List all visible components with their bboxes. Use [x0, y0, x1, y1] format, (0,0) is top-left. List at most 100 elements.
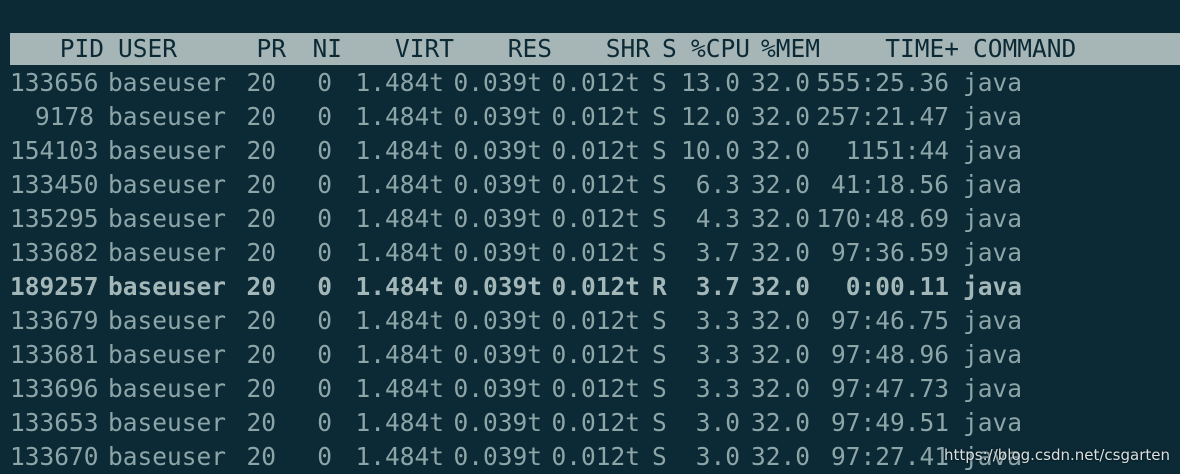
row-time: 257:21.47 — [816, 102, 949, 131]
row-pid: 133656 — [10, 68, 99, 97]
row-command: java — [963, 238, 1023, 267]
row-shr: 0.012t — [551, 340, 640, 369]
row-ni: 0 — [317, 204, 332, 233]
row-pid: 133682 — [10, 238, 99, 267]
row-state: S — [652, 238, 667, 267]
row-pr: 20 — [246, 68, 276, 97]
row-command: java — [963, 306, 1023, 335]
header-mem[interactable]: %MEM — [758, 33, 820, 65]
header-command[interactable]: COMMAND — [973, 33, 1180, 65]
row-pid: 133450 — [10, 170, 99, 199]
header-user[interactable]: USER — [118, 33, 238, 65]
row-res: 0.039t — [453, 442, 542, 471]
row-shr: 0.012t — [551, 170, 640, 199]
row-ni: 0 — [317, 374, 332, 403]
table-row[interactable]: 133679 baseuser 20 0 1.484t 0.039t 0.012t S 3.3 3… — [0, 304, 1180, 338]
row-cpu: 13.0 — [680, 68, 740, 97]
table-row[interactable]: 9178 baseuser 20 0 1.484t 0.039t 0.012t S 12.0 32… — [0, 100, 1180, 134]
row-cpu: 10.0 — [680, 136, 740, 165]
row-command: java — [963, 102, 1023, 131]
row-pid: 135295 — [10, 204, 99, 233]
row-pr: 20 — [246, 204, 276, 233]
row-user: baseuser — [108, 306, 227, 335]
row-shr: 0.012t — [551, 136, 640, 165]
row-res: 0.039t — [453, 102, 542, 131]
table-row[interactable]: 189257 baseuser 20 0 1.484t 0.039t 0.012t R 3.7 3… — [0, 270, 1180, 304]
row-time: 555:25.36 — [816, 68, 949, 97]
terminal-window[interactable]: PID USER PR NI VIRT RES SHR S %CPU %MEM … — [0, 0, 1180, 474]
row-user: baseuser — [108, 408, 227, 437]
table-row[interactable]: 135295 baseuser 20 0 1.484t 0.039t 0.012t S 4.3 3… — [0, 202, 1180, 236]
row-user: baseuser — [108, 136, 227, 165]
row-virt: 1.484t — [355, 68, 444, 97]
table-row[interactable]: 154103 baseuser 20 0 1.484t 0.039t 0.012t S 10.0… — [0, 134, 1180, 168]
header-virt[interactable]: VIRT — [360, 33, 454, 65]
row-pr: 20 — [246, 170, 276, 199]
row-mem: 32.0 — [750, 408, 810, 437]
header-s[interactable]: S — [662, 33, 680, 65]
row-shr: 0.012t — [551, 102, 640, 131]
row-time: 97:46.75 — [830, 306, 949, 335]
table-row[interactable]: 133681 baseuser 20 0 1.484t 0.039t 0.012t S 3.3 3… — [0, 338, 1180, 372]
row-state: S — [652, 408, 667, 437]
row-mem: 32.0 — [750, 374, 810, 403]
row-res: 0.039t — [453, 204, 542, 233]
row-res: 0.039t — [453, 170, 542, 199]
row-res: 0.039t — [453, 408, 542, 437]
row-command: java — [963, 408, 1023, 437]
row-mem: 32.0 — [750, 170, 810, 199]
table-row[interactable]: 133682 baseuser 20 0 1.484t 0.039t 0.012t S 3.7 3… — [0, 236, 1180, 270]
row-mem: 32.0 — [750, 272, 810, 301]
row-res: 0.039t — [453, 340, 542, 369]
row-pid: 133670 — [10, 442, 99, 471]
row-shr: 0.012t — [551, 68, 640, 97]
row-state: S — [652, 374, 667, 403]
row-pr: 20 — [246, 238, 276, 267]
header-res[interactable]: RES — [460, 33, 552, 65]
header-time[interactable]: TIME+ — [825, 33, 959, 65]
row-mem: 32.0 — [750, 340, 810, 369]
row-user: baseuser — [108, 102, 227, 131]
row-user: baseuser — [108, 374, 227, 403]
row-time: 97:49.51 — [830, 408, 949, 437]
row-command: java — [963, 272, 1023, 301]
table-row[interactable]: 133653 baseuser 20 0 1.484t 0.039t 0.012t S 3.0 3… — [0, 406, 1180, 440]
row-pid: 9178 — [34, 102, 94, 131]
row-virt: 1.484t — [355, 204, 444, 233]
row-user: baseuser — [108, 442, 227, 471]
header-ni[interactable]: NI — [300, 33, 342, 65]
table-row[interactable]: 133656 baseuser 20 0 1.484t 0.039t 0.012t S 13.0… — [0, 66, 1180, 100]
row-mem: 32.0 — [750, 306, 810, 335]
row-state: S — [652, 68, 667, 97]
header-pid[interactable]: PID — [20, 33, 104, 65]
row-ni: 0 — [317, 102, 332, 131]
row-virt: 1.484t — [355, 442, 444, 471]
row-command: java — [963, 204, 1023, 233]
row-state: S — [652, 306, 667, 335]
row-cpu: 3.0 — [695, 442, 740, 471]
row-res: 0.039t — [453, 374, 542, 403]
row-pid: 133681 — [10, 340, 99, 369]
header-cpu[interactable]: %CPU — [690, 33, 750, 65]
row-time: 97:27.41 — [830, 442, 949, 471]
row-shr: 0.012t — [551, 204, 640, 233]
row-virt: 1.484t — [355, 272, 444, 301]
row-time: 170:48.69 — [816, 204, 949, 233]
process-table-header: PID USER PR NI VIRT RES SHR S %CPU %MEM … — [10, 33, 1180, 65]
row-res: 0.039t — [453, 136, 542, 165]
row-state: S — [652, 340, 667, 369]
row-shr: 0.012t — [551, 374, 640, 403]
row-time: 97:36.59 — [830, 238, 949, 267]
row-virt: 1.484t — [355, 102, 444, 131]
header-shr[interactable]: SHR — [560, 33, 650, 65]
row-cpu: 3.7 — [695, 272, 740, 301]
row-user: baseuser — [108, 238, 227, 267]
row-cpu: 3.7 — [695, 238, 740, 267]
row-shr: 0.012t — [551, 408, 640, 437]
row-command: java — [963, 374, 1023, 403]
header-pr[interactable]: PR — [248, 33, 286, 65]
row-mem: 32.0 — [750, 68, 810, 97]
row-virt: 1.484t — [355, 238, 444, 267]
table-row[interactable]: 133696 baseuser 20 0 1.484t 0.039t 0.012t S 3.3 3… — [0, 372, 1180, 406]
table-row[interactable]: 133450 baseuser 20 0 1.484t 0.039t 0.012t S 6.3 3… — [0, 168, 1180, 202]
